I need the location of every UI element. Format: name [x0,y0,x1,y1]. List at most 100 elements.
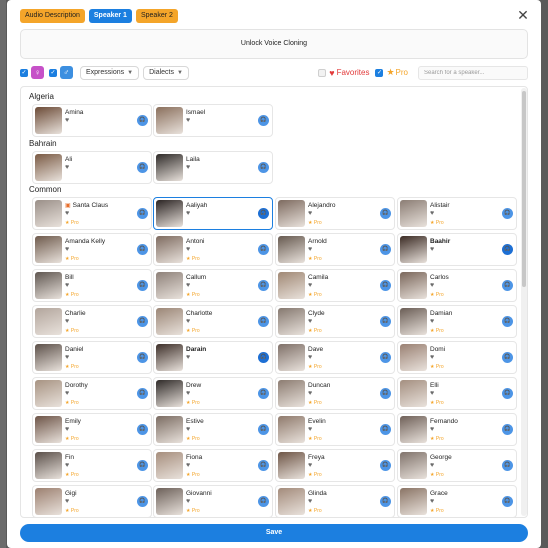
headphones-icon[interactable]: 🎧 [137,424,148,435]
heart-icon[interactable]: ♥ [308,462,312,470]
headphones-icon[interactable]: 🎧 [502,280,513,291]
headphones-icon[interactable]: 🎧 [137,280,148,291]
headphones-icon[interactable]: 🎧 [137,162,148,173]
female-icon[interactable]: ♀ [31,66,44,79]
speaker-card[interactable]: Darain ♥ 🎧 [153,341,273,374]
speaker-card[interactable]: Laila ♥ 🎧 [153,151,273,184]
headphones-icon[interactable]: 🎧 [380,424,391,435]
close-icon[interactable]: ✕ [516,8,530,22]
heart-icon[interactable]: ♥ [308,354,312,362]
favorites-checkbox[interactable] [318,68,327,77]
headphones-icon[interactable]: 🎧 [502,496,513,507]
filter-checkbox-1[interactable]: ✓ [20,68,28,77]
headphones-icon[interactable]: 🎧 [502,316,513,327]
speaker-card[interactable]: Glinda ♥ ★ Pro 🎧 [275,485,395,517]
heart-icon[interactable]: ♥ [186,462,190,470]
speaker-card[interactable]: Arnold ♥ ★ Pro 🎧 [275,233,395,266]
speaker-card[interactable]: Bill ♥ ★ Pro 🎧 [32,269,152,302]
speaker-card[interactable]: Emily ♥ ★ Pro 🎧 [32,413,152,446]
heart-icon[interactable]: ♥ [308,390,312,398]
tab-speaker-1[interactable]: Speaker 1 [88,9,132,23]
heart-icon[interactable]: ♥ [65,117,69,125]
speaker-card[interactable]: Amina ♥ 🎧 [32,104,152,137]
headphones-icon[interactable]: 🎧 [137,244,148,255]
headphones-icon[interactable]: 🎧 [137,388,148,399]
headphones-icon[interactable]: 🎧 [502,388,513,399]
tab-speaker-2[interactable]: Speaker 2 [135,9,178,23]
heart-icon[interactable]: ♥ [308,246,312,254]
speaker-card[interactable]: Callum ♥ ★ Pro 🎧 [153,269,273,302]
headphones-icon[interactable]: 🎧 [380,280,391,291]
speaker-card[interactable]: Baahir ♥ 🎧 [397,233,517,266]
heart-icon[interactable]: ♥ [186,498,190,506]
heart-icon[interactable]: ♥ [186,354,190,362]
heart-icon[interactable]: ♥ [186,210,190,218]
heart-icon[interactable]: ♥ [186,282,190,290]
headphones-icon[interactable]: 🎧 [380,208,391,219]
heart-icon[interactable]: ♥ [430,354,434,362]
headphones-icon[interactable]: 🎧 [380,460,391,471]
heart-icon[interactable]: ♥ [65,426,69,434]
male-icon[interactable]: ♂ [60,66,73,79]
expressions-dropdown[interactable]: Expressions ▼ [80,65,140,80]
headphones-icon[interactable]: 🎧 [137,496,148,507]
speaker-card[interactable]: Drew ♥ ★ Pro 🎧 [153,377,273,410]
speaker-card[interactable]: Antoni ♥ ★ Pro 🎧 [153,233,273,266]
speaker-card[interactable]: Charlotte ♥ ★ Pro 🎧 [153,305,273,338]
headphones-icon[interactable]: 🎧 [502,244,513,255]
heart-icon[interactable]: ♥ [308,282,312,290]
speaker-list[interactable]: Algeria Amina ♥ 🎧 Ismael ♥ 🎧 Bahrain Ali ♥ 🎧 Laila ♥… [20,86,528,518]
heart-icon[interactable]: ♥ [430,426,434,434]
headphones-icon[interactable]: 🎧 [258,162,269,173]
save-button[interactable]: Save [20,524,528,542]
headphones-icon[interactable]: 🎧 [258,352,269,363]
tab-audio-description[interactable]: Audio Description [20,9,85,23]
heart-icon[interactable]: ♥ [65,462,69,470]
heart-icon[interactable]: ♥ [186,390,190,398]
headphones-icon[interactable]: 🎧 [380,352,391,363]
heart-icon[interactable]: ♥ [308,210,312,218]
speaker-card[interactable]: Amanda Kelly ♥ ★ Pro 🎧 [32,233,152,266]
speaker-card[interactable]: Freya ♥ ★ Pro 🎧 [275,449,395,482]
headphones-icon[interactable]: 🎧 [502,424,513,435]
speaker-search-input[interactable] [418,65,528,80]
heart-icon[interactable]: ♥ [65,164,69,172]
heart-icon[interactable]: ♥ [186,117,190,125]
heart-icon[interactable]: ♥ [308,498,312,506]
heart-icon[interactable]: ♥ [430,282,434,290]
speaker-card[interactable]: Carlos ♥ ★ Pro 🎧 [397,269,517,302]
headphones-icon[interactable]: 🎧 [258,388,269,399]
speaker-card[interactable]: Estive ♥ ★ Pro 🎧 [153,413,273,446]
headphones-icon[interactable]: 🎧 [258,460,269,471]
headphones-icon[interactable]: 🎧 [380,244,391,255]
heart-icon[interactable]: ♥ [186,246,190,254]
heart-icon[interactable]: ♥ [308,426,312,434]
speaker-card[interactable]: Camila ♥ ★ Pro 🎧 [275,269,395,302]
heart-icon[interactable]: ♥ [430,390,434,398]
speaker-card[interactable]: Domi ♥ ★ Pro 🎧 [397,341,517,374]
heart-icon[interactable]: ♥ [308,318,312,326]
headphones-icon[interactable]: 🎧 [258,280,269,291]
heart-icon[interactable]: ♥ [65,318,69,326]
headphones-icon[interactable]: 🎧 [258,316,269,327]
headphones-icon[interactable]: 🎧 [380,316,391,327]
headphones-icon[interactable]: 🎧 [502,352,513,363]
heart-icon[interactable]: ♥ [186,426,190,434]
headphones-icon[interactable]: 🎧 [502,208,513,219]
speaker-card[interactable]: Ali ♥ 🎧 [32,151,152,184]
speaker-card[interactable]: ▣ Santa Claus ♥ ★ Pro 🎧 [32,197,152,230]
speaker-card[interactable]: Gigi ♥ ★ Pro 🎧 [32,485,152,517]
heart-icon[interactable]: ♥ [430,462,434,470]
heart-icon[interactable]: ♥ [186,164,190,172]
headphones-icon[interactable]: 🎧 [258,244,269,255]
heart-icon[interactable]: ♥ [430,498,434,506]
headphones-icon[interactable]: 🎧 [258,496,269,507]
speaker-card[interactable]: Damian ♥ ★ Pro 🎧 [397,305,517,338]
headphones-icon[interactable]: 🎧 [137,208,148,219]
speaker-card[interactable]: Daniel ♥ ★ Pro 🎧 [32,341,152,374]
speaker-card[interactable]: Alejandro ♥ ★ Pro 🎧 [275,197,395,230]
headphones-icon[interactable]: 🎧 [258,115,269,126]
pro-checkbox[interactable]: ✓ [375,68,384,77]
speaker-card[interactable]: Clyde ♥ ★ Pro 🎧 [275,305,395,338]
heart-icon[interactable]: ♥ [186,318,190,326]
